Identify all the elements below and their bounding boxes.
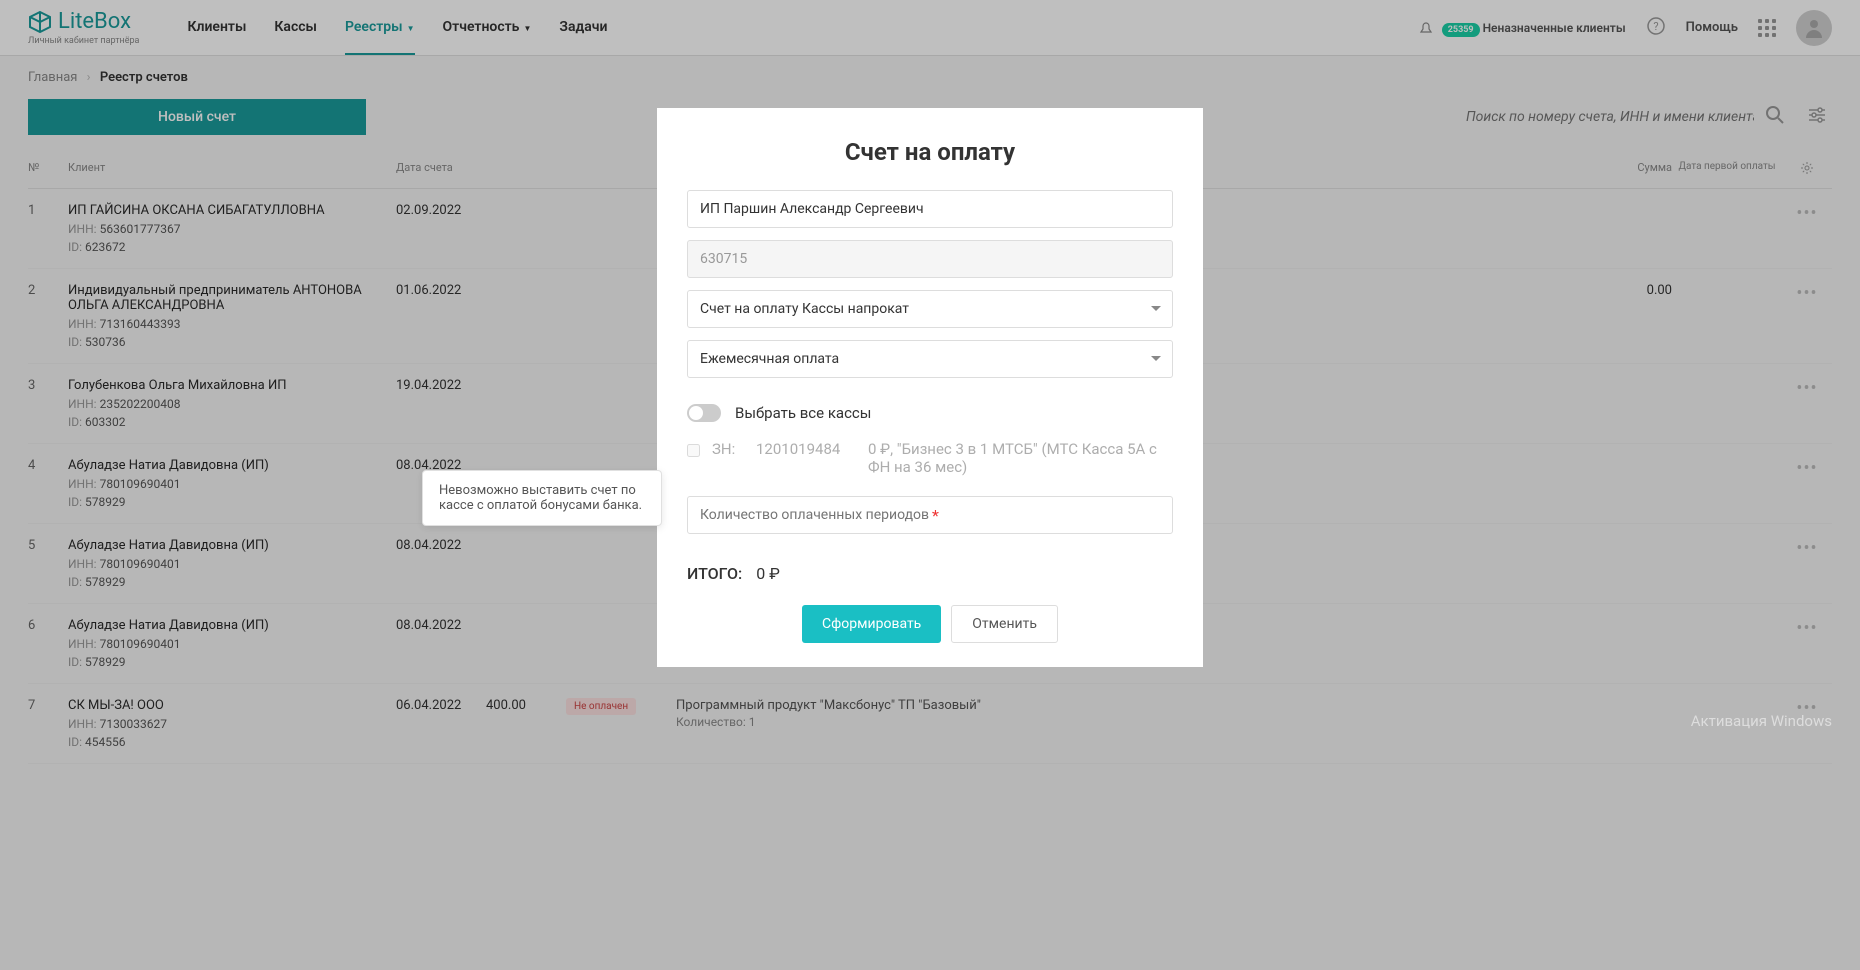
total-value: 0 ₽ <box>756 564 780 583</box>
select-all-label: Выбрать все кассы <box>735 404 871 422</box>
modal-overlay[interactable]: Счет на оплату Выбрать все кассы ЗН: 120… <box>0 0 1860 970</box>
select-all-toggle[interactable] <box>687 404 721 422</box>
error-tooltip: Невозможно выставить счет по кассе с опл… <box>422 470 662 526</box>
submit-button[interactable]: Сформировать <box>802 605 941 643</box>
modal-title: Счет на оплату <box>687 138 1173 166</box>
kassa-desc: 0 ₽, "Бизнес 3 в 1 МТСБ" (МТС Касса 5А с… <box>868 440 1173 476</box>
client-name-input[interactable] <box>687 190 1173 228</box>
periods-input[interactable] <box>687 496 1173 534</box>
kassa-checkbox <box>687 444 700 457</box>
kassa-row: ЗН: 1201019484 0 ₽, "Бизнес 3 в 1 МТСБ" … <box>687 440 1173 476</box>
kassa-zn-label: ЗН: <box>712 440 744 458</box>
invoice-type-select[interactable] <box>687 290 1173 328</box>
payment-period-select[interactable] <box>687 340 1173 378</box>
total-label: ИТОГО: <box>687 564 742 583</box>
cancel-button[interactable]: Отменить <box>951 605 1058 643</box>
kassa-zn-value: 1201019484 <box>756 440 856 458</box>
invoice-modal: Счет на оплату Выбрать все кассы ЗН: 120… <box>657 108 1203 667</box>
required-marker: * <box>932 506 939 525</box>
client-id-input <box>687 240 1173 278</box>
